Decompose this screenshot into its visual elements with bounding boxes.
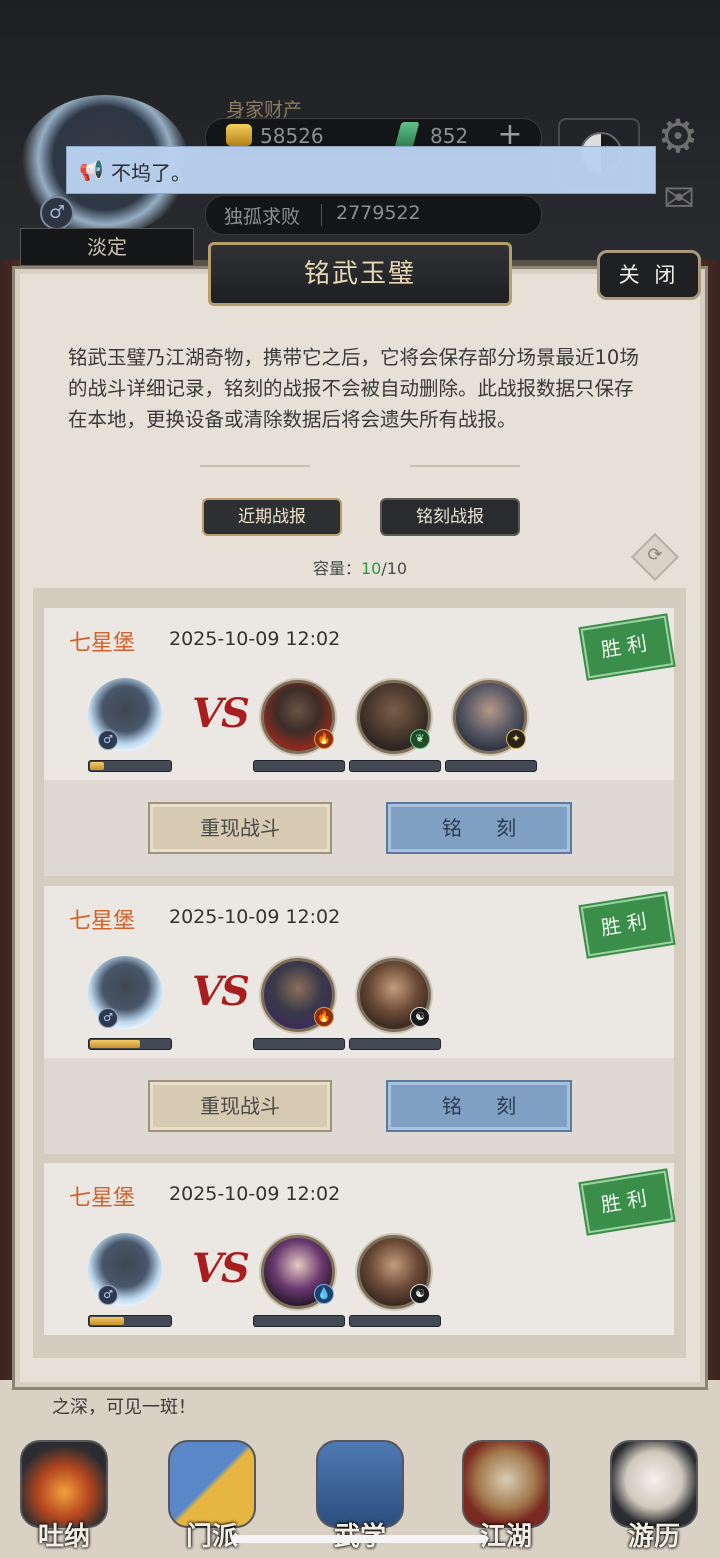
tab-engraved-reports[interactable]: 铭刻战报	[380, 498, 520, 536]
enemy-hp-bar	[253, 1315, 345, 1327]
self-hp-fill	[90, 762, 105, 770]
enemy-portrait[interactable]: ✦	[453, 680, 527, 754]
nav-travel[interactable]: 游历	[606, 1440, 702, 1552]
nav-sect[interactable]: 门派	[164, 1440, 260, 1552]
vs-icon: VS	[192, 968, 250, 1015]
divider-left	[200, 465, 310, 467]
enemy-portrait[interactable]: 💧	[261, 1235, 335, 1309]
book-icon	[316, 1440, 404, 1528]
nav-breathing[interactable]: 吐纳	[16, 1440, 112, 1552]
capacity-used: 10	[360, 559, 382, 578]
capacity-indicator: 容量：10/10	[0, 555, 720, 579]
battle-record-3: 七星堡 2025-10-09 12:02 胜利 ♂ VS 💧 ☯	[44, 1163, 674, 1335]
enemy-portrait[interactable]: 🔥	[261, 680, 335, 754]
megaphone-icon: 📢	[79, 158, 104, 182]
announcement-banner: 📢 不坞了。	[66, 146, 656, 194]
home-indicator[interactable]	[232, 1535, 488, 1543]
fire-badge-icon: 🔥	[314, 1007, 334, 1027]
incense-icon	[20, 1440, 108, 1528]
record-location: 七星堡	[69, 631, 136, 656]
vs-icon: VS	[192, 1245, 250, 1292]
male-badge-icon: ♂	[98, 1008, 118, 1028]
battle-record-1: 七星堡 2025-10-09 12:02 胜利 ♂ VS 🔥 ❦ ✦ 重现战斗 …	[44, 608, 674, 876]
story-text: 之深，可见一斑！	[52, 1397, 196, 1418]
gear-icon[interactable]: ⚙	[652, 110, 704, 162]
horse-icon	[610, 1440, 698, 1528]
gold-badge-icon: ✦	[506, 729, 526, 749]
panel-title: 铭武玉璧	[208, 242, 512, 306]
male-icon: ♂	[40, 196, 74, 230]
rank-title: 独孤求败	[224, 206, 301, 228]
self-hp-fill	[90, 1040, 140, 1048]
nav-label: 吐纳	[37, 1522, 90, 1552]
enemy-hp-bar	[349, 1038, 441, 1050]
self-portrait[interactable]: ♂	[88, 1233, 162, 1307]
capacity-label: 容量：	[312, 559, 361, 578]
engrave-button[interactable]: 铭 刻	[386, 802, 572, 854]
enemy-portrait[interactable]: ☯	[357, 958, 431, 1032]
straw-hat-icon	[462, 1440, 550, 1528]
nav-jianghu[interactable]: 江湖	[458, 1440, 554, 1552]
enemy-hp-bar	[253, 1038, 345, 1050]
rank-value: 2779522	[336, 202, 421, 224]
self-hp-bar	[88, 1038, 172, 1050]
enemy-hp-bar	[253, 760, 345, 772]
divider-right	[410, 465, 520, 467]
tab-recent-reports[interactable]: 近期战报	[202, 498, 342, 536]
capacity-total: /10	[381, 559, 408, 578]
gold-amount: 58526	[260, 124, 324, 148]
flag-icon	[168, 1440, 256, 1528]
self-hp-bar	[88, 760, 172, 772]
record-time: 2025-10-09 12:02	[169, 1183, 341, 1205]
player-name: 淡定	[20, 228, 194, 266]
taiji-badge-icon: ☯	[410, 1284, 430, 1304]
replay-battle-button[interactable]: 重现战斗	[148, 802, 332, 854]
nav-label: 游历	[627, 1522, 680, 1552]
record-location: 七星堡	[69, 909, 136, 934]
engrave-button[interactable]: 铭 刻	[386, 1080, 572, 1132]
taiji-badge-icon: ☯	[410, 1007, 430, 1027]
male-badge-icon: ♂	[98, 1285, 118, 1305]
self-hp-fill	[90, 1317, 124, 1325]
rank-divider	[321, 204, 322, 226]
water-badge-icon: 💧	[314, 1284, 334, 1304]
enemy-hp-bar	[349, 1315, 441, 1327]
enemy-portrait[interactable]: 🔥	[261, 958, 335, 1032]
enemy-hp-bar	[445, 760, 537, 772]
enemy-portrait[interactable]: ☯	[357, 1235, 431, 1309]
record-actions	[44, 1058, 674, 1154]
mail-icon[interactable]: ✉	[655, 179, 703, 217]
record-actions	[44, 780, 674, 876]
self-portrait[interactable]: ♂	[88, 678, 162, 752]
announcement-text: 不坞了。	[111, 161, 191, 185]
nav-martial-arts[interactable]: 武学	[312, 1440, 408, 1552]
fire-badge-icon: 🔥	[314, 729, 334, 749]
record-time: 2025-10-09 12:02	[169, 906, 341, 928]
record-time: 2025-10-09 12:02	[169, 628, 341, 650]
self-hp-bar	[88, 1315, 172, 1327]
male-badge-icon: ♂	[98, 730, 118, 750]
leaf-badge-icon: ❦	[410, 729, 430, 749]
record-location: 七星堡	[69, 1186, 136, 1211]
battle-record-2: 七星堡 2025-10-09 12:02 胜利 ♂ VS 🔥 ☯ 重现战斗 铭 …	[44, 886, 674, 1154]
enemy-hp-bar	[349, 760, 441, 772]
jade-amount: 852	[430, 124, 469, 148]
self-portrait[interactable]: ♂	[88, 956, 162, 1030]
refresh-icon: ⟳	[647, 544, 663, 566]
enemy-portrait[interactable]: ❦	[357, 680, 431, 754]
gold-ingot-icon	[226, 124, 252, 146]
vs-icon: VS	[192, 690, 250, 737]
panel-description: 铭武玉璧乃江湖奇物，携带它之后，它将会保存部分场景最近10场的战斗详细记录，铭刻…	[68, 346, 639, 431]
replay-battle-button[interactable]: 重现战斗	[148, 1080, 332, 1132]
close-button[interactable]: 关 闭	[597, 250, 701, 300]
